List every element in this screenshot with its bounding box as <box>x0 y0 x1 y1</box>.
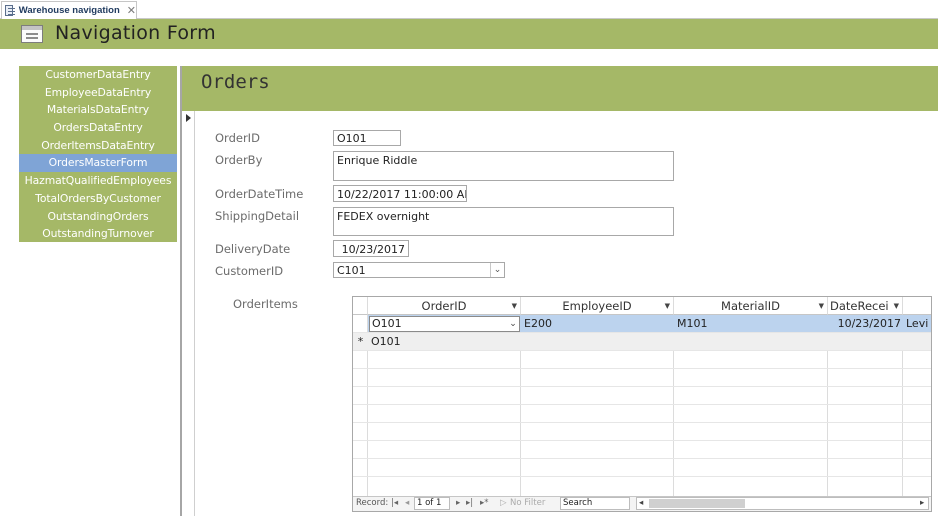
nav-item-materials-data-entry[interactable]: MaterialsDataEntry <box>19 101 177 119</box>
nav-item-total-orders-by-customer[interactable]: TotalOrdersByCustomer <box>19 190 177 208</box>
grid-line <box>353 368 931 369</box>
order-datetime-field[interactable]: 10/22/2017 11:00:00 AM <box>333 185 467 202</box>
navigation-form-header: Navigation Form <box>0 19 938 49</box>
new-record-marker: * <box>357 335 364 348</box>
grid-line <box>353 350 931 351</box>
chevron-down-icon[interactable]: ⌄ <box>490 263 504 277</box>
cell-order-id[interactable]: O101 ⌄ <box>368 315 521 333</box>
order-id-field[interactable]: O101 <box>333 130 401 146</box>
current-record-arrow-icon <box>186 114 191 122</box>
header-order-id[interactable]: OrderID ▼ <box>368 297 521 315</box>
header-overflow <box>903 297 931 315</box>
header-material-id-label: MaterialID <box>721 299 780 313</box>
header-date-received[interactable]: DateRecei ▼ <box>828 297 903 315</box>
cell-overflow[interactable]: Levi <box>903 315 931 333</box>
close-icon[interactable]: ✕ <box>127 5 136 16</box>
order-id-label: OrderID <box>215 131 260 145</box>
order-by-label: OrderBy <box>215 153 263 167</box>
no-filter-button[interactable]: No Filter <box>510 498 545 508</box>
cell-material-id[interactable]: M101 <box>674 315 828 333</box>
chevron-down-icon[interactable]: ⌄ <box>507 317 519 331</box>
grid-line <box>353 440 931 441</box>
record-selector[interactable] <box>182 111 195 516</box>
orders-form-title: Orders <box>201 71 270 93</box>
grid-line <box>353 386 931 387</box>
scroll-left-icon[interactable]: ◂ <box>639 498 643 508</box>
select-all-corner[interactable] <box>353 297 368 315</box>
orders-form-header: Orders <box>182 66 938 111</box>
search-field[interactable]: Search <box>560 497 630 510</box>
sort-dropdown-icon[interactable]: ▼ <box>665 297 670 314</box>
next-record-icon[interactable]: ▸ <box>456 498 460 508</box>
nav-item-outstanding-orders[interactable]: OutstandingOrders <box>19 208 177 226</box>
nav-item-orders-master-form[interactable]: OrdersMasterForm <box>19 154 177 173</box>
cell-employee-id[interactable]: E200 <box>521 315 674 333</box>
customer-id-label: CustomerID <box>215 264 284 278</box>
order-datetime-label: OrderDateTime <box>215 187 304 201</box>
page-title: Navigation Form <box>55 22 216 44</box>
last-record-icon[interactable]: ▸| <box>466 498 473 508</box>
navigation-list: CustomerDataEntry EmployeeDataEntry Mate… <box>19 66 177 242</box>
nav-item-outstanding-turnover[interactable]: OutstandingTurnover <box>19 225 177 243</box>
grid-line <box>353 332 931 333</box>
header-employee-id[interactable]: EmployeeID ▼ <box>521 297 674 315</box>
scrollbar-thumb[interactable] <box>649 499 745 508</box>
order-by-field[interactable]: Enrique Riddle <box>333 151 674 181</box>
row-selector-column[interactable] <box>353 297 368 497</box>
document-tab-strip: Warehouse navigation ✕ <box>0 0 938 19</box>
sort-dropdown-icon[interactable]: ▼ <box>894 297 899 314</box>
filter-icon[interactable]: ▷ <box>500 498 507 508</box>
new-record-icon[interactable]: ▸* <box>480 498 489 508</box>
nav-item-hazmat-qualified-employees[interactable]: HazmatQualifiedEmployees <box>19 172 177 190</box>
record-position-field[interactable]: 1 of 1 <box>414 497 450 510</box>
cell-order-id-value: O101 <box>372 317 402 330</box>
header-order-id-label: OrderID <box>421 299 467 313</box>
document-tab-label: Warehouse navigation <box>18 5 120 16</box>
header-date-received-label: DateRecei <box>830 299 889 313</box>
previous-record-icon[interactable]: ◂ <box>405 498 409 508</box>
sort-dropdown-icon[interactable]: ▼ <box>819 297 824 314</box>
header-employee-id-label: EmployeeID <box>562 299 632 313</box>
document-tab[interactable]: Warehouse navigation ✕ <box>1 1 137 19</box>
sort-dropdown-icon[interactable]: ▼ <box>512 297 517 314</box>
order-items-datasheet: OrderID ▼ EmployeeID ▼ MaterialID ▼ Date… <box>352 296 932 512</box>
grid-line <box>353 476 931 477</box>
header-material-id[interactable]: MaterialID ▼ <box>674 297 828 315</box>
record-navigation-bar: Record: |◂ ◂ 1 of 1 ▸ ▸| ▸* ▷ No Filter … <box>353 496 931 511</box>
order-items-label: OrderItems <box>233 297 298 311</box>
delivery-date-label: DeliveryDate <box>215 242 291 256</box>
navigation-form-icon <box>21 25 43 43</box>
shipping-detail-field[interactable]: FEDEX overnight <box>333 207 674 236</box>
first-record-icon[interactable]: |◂ <box>391 498 398 508</box>
form-icon <box>5 5 15 16</box>
delivery-date-field[interactable]: 10/23/2017 <box>333 240 409 257</box>
grid-line <box>353 458 931 459</box>
nav-item-employee-data-entry[interactable]: EmployeeDataEntry <box>19 84 177 102</box>
nav-item-order-items-data-entry[interactable]: OrderItemsDataEntry <box>19 137 177 155</box>
record-label: Record: <box>356 498 389 508</box>
cell-date-received[interactable]: 10/23/2017 <box>828 315 903 333</box>
shipping-detail-label: ShippingDetail <box>215 209 300 223</box>
grid-line <box>353 404 931 405</box>
customer-id-combo[interactable]: C101 ⌄ <box>333 262 505 278</box>
grid-line <box>353 422 931 423</box>
nav-item-customer-data-entry[interactable]: CustomerDataEntry <box>19 66 177 84</box>
scroll-right-icon[interactable]: ▸ <box>920 498 924 508</box>
nav-item-orders-data-entry[interactable]: OrdersDataEntry <box>19 119 177 137</box>
new-row-order-id[interactable]: O101 <box>368 333 521 351</box>
customer-id-value: C101 <box>337 264 366 277</box>
